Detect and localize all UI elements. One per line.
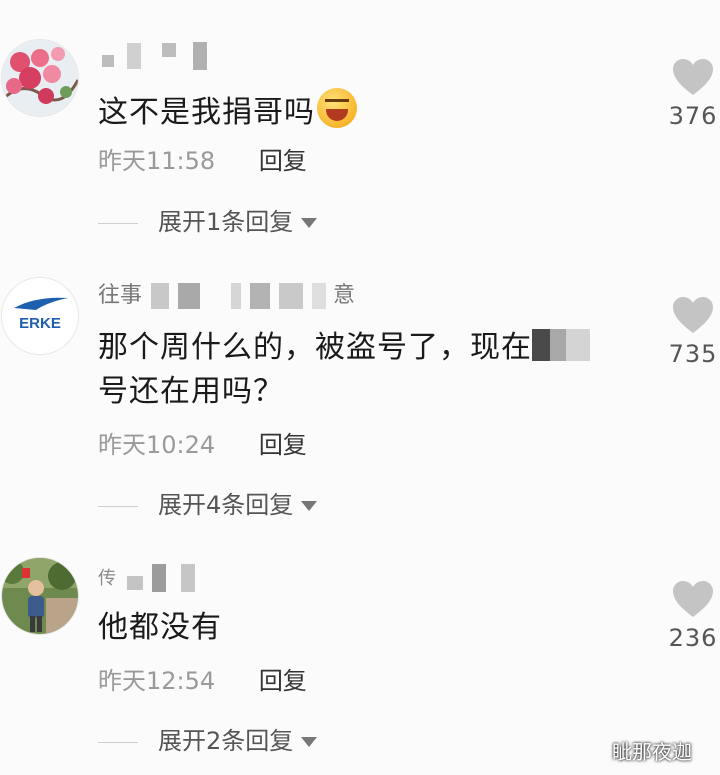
reply-button[interactable]: 回复 xyxy=(259,147,307,175)
expand-replies-label: 展开4条回复 xyxy=(158,491,294,519)
divider-line xyxy=(98,222,138,224)
redacted-block xyxy=(532,329,550,361)
like-button[interactable]: 735 xyxy=(668,296,718,368)
username[interactable]: 传 xyxy=(98,562,195,594)
watermark: 眦那夜迦 xyxy=(612,740,692,764)
person-photo-image xyxy=(2,558,78,634)
redacted-block xyxy=(151,283,170,309)
username[interactable]: 往事 意 xyxy=(98,280,355,312)
redacted-block xyxy=(231,283,242,309)
comment-text: 那个周什么的，被盗号了，现在 号还在用吗？ xyxy=(98,326,638,414)
divider-line xyxy=(98,741,138,743)
heart-icon xyxy=(673,59,713,95)
expand-replies-label: 展开2条回复 xyxy=(158,727,294,755)
redacted-block xyxy=(152,564,166,592)
comment-text-content: 这不是我捐哥吗 xyxy=(98,95,315,130)
triangle-down-icon xyxy=(301,218,318,228)
redacted-block xyxy=(550,329,566,361)
avatar[interactable] xyxy=(2,558,78,634)
redacted-block xyxy=(162,43,176,57)
redacted-block xyxy=(566,329,590,361)
redacted-block xyxy=(312,283,327,309)
flower-image xyxy=(2,40,78,116)
reply-button[interactable]: 回复 xyxy=(259,431,307,459)
reply-button[interactable]: 回复 xyxy=(259,667,307,695)
expand-replies-label: 展开1条回复 xyxy=(158,208,294,236)
laughing-emoji-icon xyxy=(317,88,357,128)
redacted-block xyxy=(250,283,271,309)
divider-line xyxy=(98,505,138,507)
username[interactable] xyxy=(98,40,207,72)
timestamp: 昨天12:54 xyxy=(98,667,216,695)
avatar[interactable]: ERKE xyxy=(2,278,78,354)
like-count: 376 xyxy=(668,102,718,130)
comment-meta: 昨天11:58 回复 xyxy=(98,144,307,178)
expand-replies-button[interactable]: 展开1条回复 xyxy=(98,205,318,239)
avatar-logo-text: ERKE xyxy=(19,315,61,332)
like-button[interactable]: 376 xyxy=(668,58,718,130)
username-suffix: 意 xyxy=(333,283,356,308)
redacted-block xyxy=(279,283,304,309)
timestamp: 昨天11:58 xyxy=(98,147,216,175)
redacted-block xyxy=(181,564,195,592)
triangle-down-icon xyxy=(301,737,318,747)
redacted-block xyxy=(127,43,141,69)
comment-text: 他都没有 xyxy=(98,606,638,650)
comment-meta: 昨天10:24 回复 xyxy=(98,428,307,462)
like-button[interactable]: 236 xyxy=(668,580,718,652)
redacted-block xyxy=(193,42,207,70)
comment-meta: 昨天12:54 回复 xyxy=(98,664,307,698)
like-count: 735 xyxy=(668,340,718,368)
heart-icon xyxy=(673,297,713,333)
erke-logo-icon: ERKE xyxy=(2,278,78,354)
expand-replies-button[interactable]: 展开4条回复 xyxy=(98,488,318,522)
comment-text-line: 那个周什么的，被盗号了，现在 xyxy=(98,330,532,365)
avatar[interactable] xyxy=(2,40,78,116)
comment-text-content: 他都没有 xyxy=(98,610,222,645)
redacted-block xyxy=(102,55,114,67)
heart-icon xyxy=(673,581,713,617)
comment-text-line: 号还在用吗？ xyxy=(98,374,284,409)
comment-text: 这不是我捐哥吗 xyxy=(98,88,638,135)
like-count: 236 xyxy=(668,624,718,652)
redacted-block xyxy=(178,283,201,309)
triangle-down-icon xyxy=(301,501,318,511)
expand-replies-button[interactable]: 展开2条回复 xyxy=(98,724,318,758)
username-prefix: 传 xyxy=(98,568,116,589)
timestamp: 昨天10:24 xyxy=(98,431,216,459)
username-prefix: 往事 xyxy=(98,283,143,308)
redacted-block xyxy=(127,576,143,590)
